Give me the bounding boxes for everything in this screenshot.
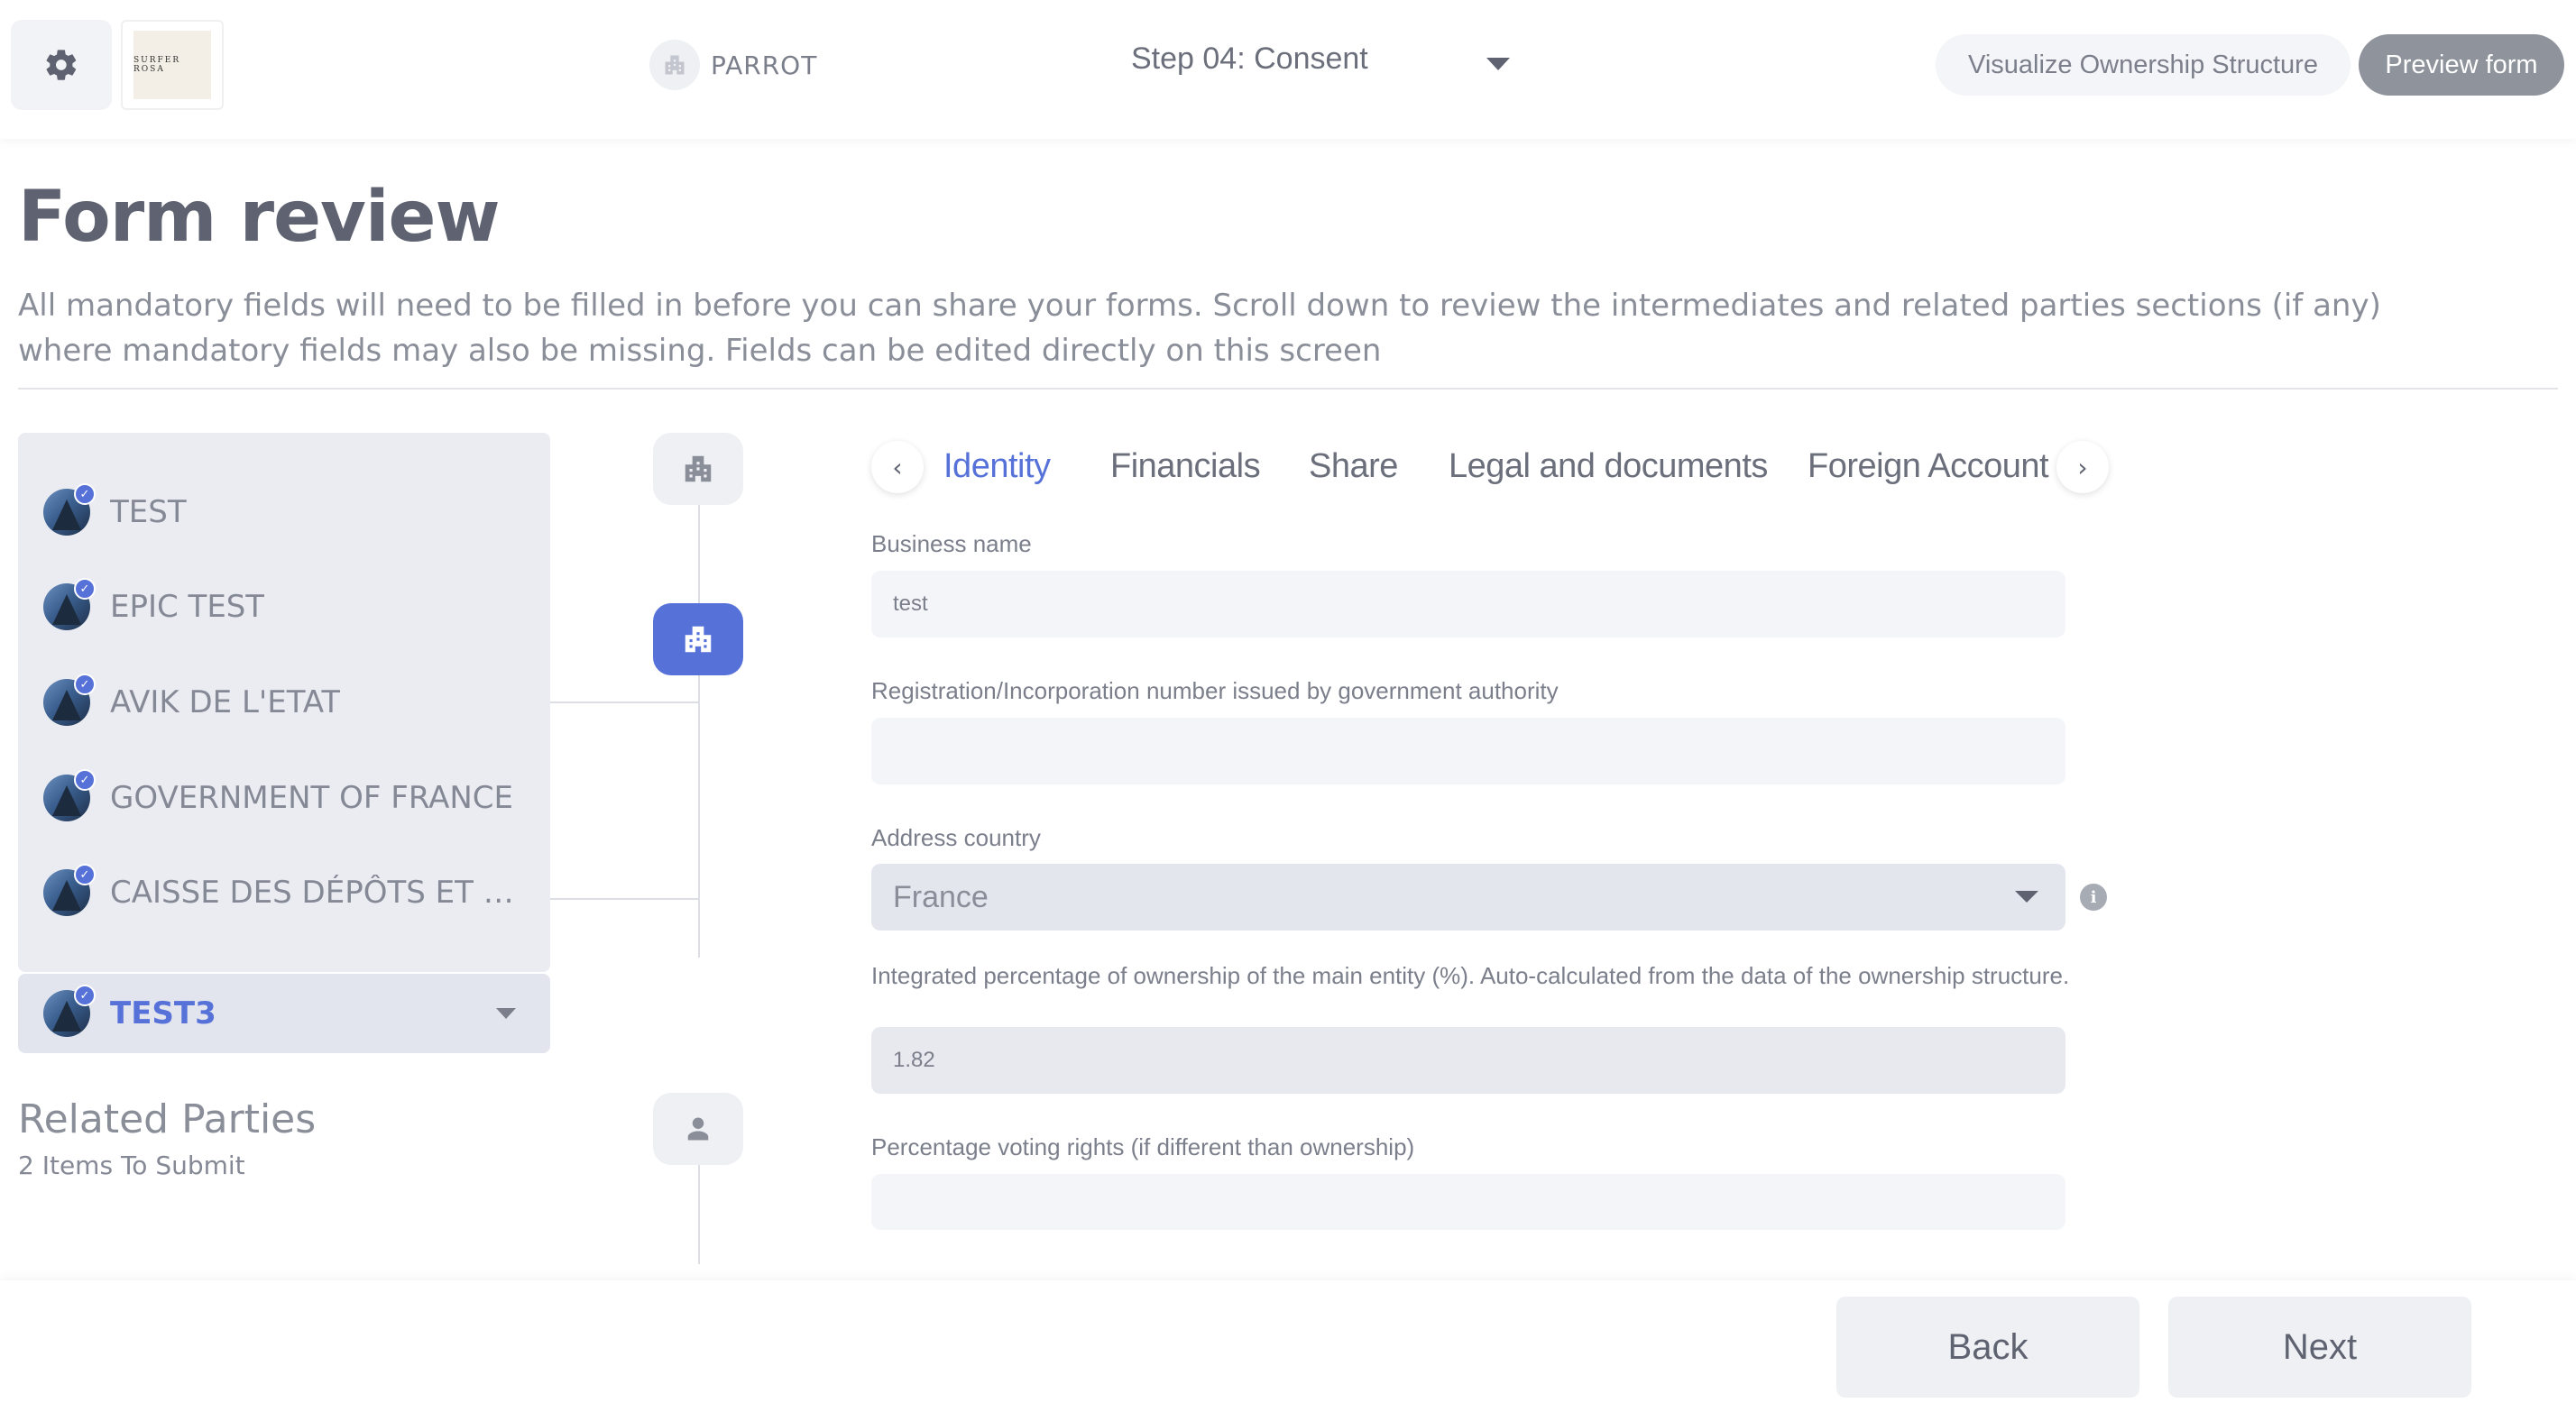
business-name-input[interactable]: test [871, 571, 2065, 637]
avatar: ✓ [43, 769, 96, 821]
tab-legal-and-documents[interactable]: Legal and documents [1449, 447, 1768, 486]
check-icon: ✓ [74, 578, 96, 600]
entity-item[interactable]: ✓ AVIK DE L'ETAT [43, 674, 341, 726]
ownership-percentage-label: Integrated percentage of ownership of th… [871, 962, 2070, 989]
tree-line [550, 701, 700, 703]
avatar: ✓ [43, 985, 96, 1037]
tabs-next-button[interactable]: › [2056, 441, 2109, 493]
footer-bar: Back Next [0, 1280, 2576, 1412]
check-icon: ✓ [74, 483, 96, 505]
top-bar: SURFER ROSA PARROT Step 04: Consent Visu… [0, 0, 2576, 139]
address-country-label: Address country [871, 824, 1041, 851]
company-logo[interactable]: SURFER ROSA [121, 20, 224, 110]
page-description: All mandatory fields will need to be fil… [18, 288, 2381, 369]
tree-node[interactable] [653, 433, 743, 505]
related-parties-count: 2 Items To Submit [18, 1151, 245, 1180]
next-button[interactable]: Next [2168, 1297, 2471, 1398]
check-icon: ✓ [74, 864, 96, 885]
building-icon [649, 40, 700, 90]
tabs-prev-button[interactable]: ‹ [871, 441, 924, 493]
entity-label: CAISSE DES DÉPÔTS ET CO... [110, 875, 525, 911]
entity-label: GOVERNMENT OF FRANCE [110, 780, 513, 816]
divider [18, 388, 2558, 390]
check-icon: ✓ [74, 985, 96, 1006]
caret-down-icon [2015, 891, 2038, 903]
step-label: Step 04: Consent [1131, 41, 1368, 76]
gear-icon [46, 50, 77, 80]
tab-identity[interactable]: Identity [943, 447, 1051, 486]
voting-rights-label: Percentage voting rights (if different t… [871, 1133, 1415, 1160]
address-country-value: France [893, 879, 989, 914]
building-icon [685, 626, 712, 653]
tree-line [698, 1165, 700, 1264]
entity-item[interactable]: ✓ GOVERNMENT OF FRANCE [43, 769, 513, 821]
selected-entity-label: TEST3 [110, 995, 216, 1031]
chevron-left-icon: ‹ [892, 452, 903, 482]
related-parties-title: Related Parties [18, 1096, 317, 1142]
page-title: Form review [18, 177, 501, 258]
avatar: ✓ [43, 483, 96, 536]
tab-foreign-account[interactable]: Foreign Account [1808, 447, 2049, 486]
ownership-percentage-input: 1.82 [871, 1027, 2065, 1094]
selected-entity: ✓ TEST3 [43, 985, 216, 1037]
entity-label: EPIC TEST [110, 589, 265, 625]
business-name-label: Business name [871, 530, 1032, 557]
company-selector[interactable]: PARROT [649, 40, 817, 90]
person-icon [687, 1117, 709, 1141]
voting-rights-input[interactable] [871, 1174, 2065, 1230]
back-button[interactable]: Back [1836, 1297, 2139, 1398]
avatar: ✓ [43, 578, 96, 630]
check-icon: ✓ [74, 769, 96, 791]
tree-node-active[interactable] [653, 603, 743, 675]
preview-form-button[interactable]: Preview form [2359, 34, 2564, 96]
avatar: ✓ [43, 864, 96, 916]
registration-number-input[interactable] [871, 718, 2065, 784]
company-name: PARROT [711, 50, 818, 80]
tree-line [698, 505, 700, 958]
registration-number-label: Registration/Incorporation number issued… [871, 677, 1559, 704]
entity-label: TEST [110, 494, 187, 530]
entity-list[interactable]: ✓ TEST ✓ EPIC TEST ✓ AVIK DE L'ETAT ✓ GO… [18, 433, 550, 972]
avatar: ✓ [43, 674, 96, 726]
caret-down-icon [1486, 58, 1510, 70]
entity-item[interactable]: ✓ TEST [43, 483, 187, 536]
tab-financials[interactable]: Financials [1110, 447, 1261, 486]
step-dropdown[interactable]: Step 04: Consent [1131, 41, 1510, 77]
building-icon [685, 455, 712, 482]
chevron-right-icon: › [2077, 452, 2088, 482]
tree-node[interactable] [653, 1093, 743, 1165]
settings-button[interactable] [11, 20, 112, 110]
entity-label: AVIK DE L'ETAT [110, 684, 341, 720]
caret-down-icon [496, 1008, 516, 1019]
entity-item[interactable]: ✓ CAISSE DES DÉPÔTS ET CO... [43, 864, 525, 916]
entity-item[interactable]: ✓ EPIC TEST [43, 578, 265, 630]
tree-line [550, 898, 700, 900]
address-country-select[interactable]: France [871, 864, 2065, 931]
check-icon: ✓ [74, 674, 96, 695]
logo-text: SURFER ROSA [133, 31, 211, 99]
info-icon[interactable]: i [2080, 884, 2107, 911]
selected-entity-dropdown[interactable]: ✓ TEST3 [18, 974, 550, 1053]
tab-share[interactable]: Share [1309, 447, 1398, 486]
visualize-ownership-button[interactable]: Visualize Ownership Structure [1936, 34, 2351, 96]
